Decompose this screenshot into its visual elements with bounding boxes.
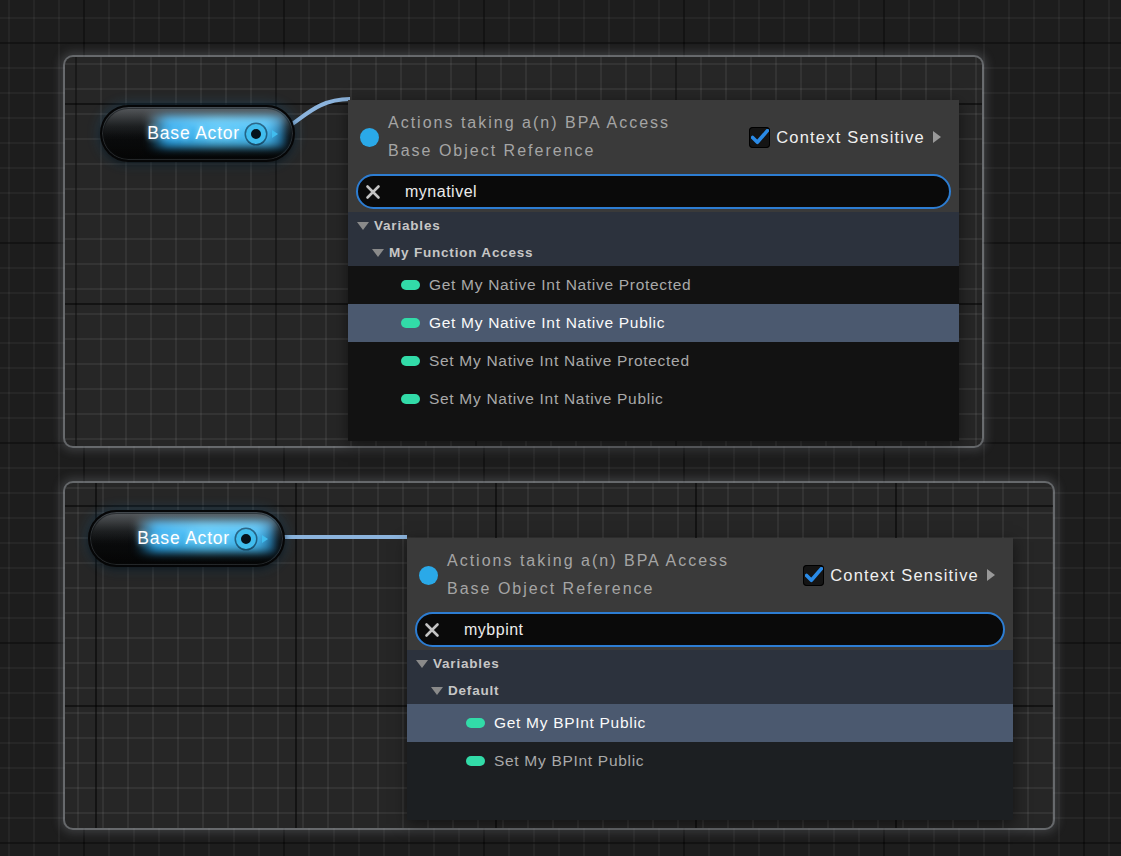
object-pin-dot-icon (419, 566, 438, 585)
collapse-triangle-icon[interactable] (372, 249, 384, 257)
search-value: mybpint (464, 621, 524, 639)
context-sensitive-checkbox[interactable] (749, 127, 770, 148)
category-row[interactable]: Default (407, 677, 1013, 704)
variable-pill-icon (401, 280, 420, 290)
search-input[interactable]: mybpint (415, 612, 1005, 647)
action-label: Set My Native Int Native Public (429, 390, 663, 408)
pin-arrow-icon (272, 130, 278, 138)
action-label: Set My Native Int Native Protected (429, 352, 690, 370)
object-pin-dot-icon (360, 128, 379, 147)
pin-arrow-icon (262, 535, 268, 543)
context-sensitive-toggle[interactable]: Context Sensitive (803, 565, 995, 586)
clear-search-icon[interactable] (365, 184, 381, 200)
variable-pill-icon (466, 756, 485, 766)
action-label: Get My Native Int Native Public (429, 314, 665, 332)
action-list-item[interactable]: Set My BPInt Public (407, 742, 1013, 780)
action-list: Variables Default Get My BPInt Public Set M… (407, 650, 1013, 820)
search-input[interactable]: mynativel (356, 174, 951, 209)
context-menu: Actions taking a(n) BPA Access Base Obje… (348, 100, 959, 441)
search-value: mynativel (405, 183, 477, 201)
context-sensitive-toggle[interactable]: Context Sensitive (749, 127, 941, 148)
context-sensitive-checkbox[interactable] (803, 565, 824, 586)
category-label: Default (448, 683, 499, 698)
collapse-triangle-icon[interactable] (416, 660, 428, 668)
category-row[interactable]: Variables (407, 650, 1013, 677)
action-label: Get My Native Int Native Protected (429, 276, 691, 294)
category-row[interactable]: My Function Access (348, 239, 959, 266)
chevron-right-icon[interactable] (933, 131, 941, 143)
chevron-right-icon[interactable] (987, 569, 995, 581)
action-list-item[interactable]: Set My Native Int Native Protected (348, 342, 959, 380)
context-menu: Actions taking a(n) BPA Access Base Obje… (407, 538, 1013, 820)
action-label: Get My BPInt Public (494, 714, 646, 732)
category-row[interactable]: Variables (348, 212, 959, 239)
action-list-item[interactable]: Get My Native Int Native Protected (348, 266, 959, 304)
action-label: Set My BPInt Public (494, 752, 644, 770)
base-actor-node[interactable]: Base Actor (88, 510, 285, 567)
node-label: Base Actor (147, 123, 240, 144)
context-sensitive-label: Context Sensitive (830, 566, 979, 585)
menu-header: Actions taking a(n) BPA Access Base Obje… (407, 538, 1013, 650)
object-output-pin-icon[interactable] (246, 124, 266, 144)
menu-header: Actions taking a(n) BPA Access Base Obje… (348, 100, 959, 212)
action-list: Variables My Function Access Get My Native… (348, 212, 959, 441)
menu-title: Actions taking a(n) BPA Access Base Obje… (388, 109, 670, 165)
category-label: Variables (374, 218, 441, 233)
variable-pill-icon (466, 718, 485, 728)
base-actor-node[interactable]: Base Actor (100, 105, 295, 162)
action-list-item[interactable]: Get My Native Int Native Public (348, 304, 959, 342)
clear-search-icon[interactable] (424, 622, 440, 638)
node-label: Base Actor (137, 528, 230, 549)
collapse-triangle-icon[interactable] (357, 222, 369, 230)
variable-pill-icon (401, 394, 420, 404)
collapse-triangle-icon[interactable] (431, 687, 443, 695)
menu-title: Actions taking a(n) BPA Access Base Obje… (447, 547, 729, 603)
action-list-item[interactable]: Set My Native Int Native Public (348, 380, 959, 418)
context-sensitive-label: Context Sensitive (776, 128, 925, 147)
checkmark-icon (806, 569, 821, 581)
checkmark-icon (752, 131, 767, 143)
category-label: Variables (433, 656, 500, 671)
action-list-item[interactable]: Get My BPInt Public (407, 704, 1013, 742)
category-label: My Function Access (389, 245, 533, 260)
variable-pill-icon (401, 356, 420, 366)
object-output-pin-icon[interactable] (236, 529, 256, 549)
variable-pill-icon (401, 318, 420, 328)
